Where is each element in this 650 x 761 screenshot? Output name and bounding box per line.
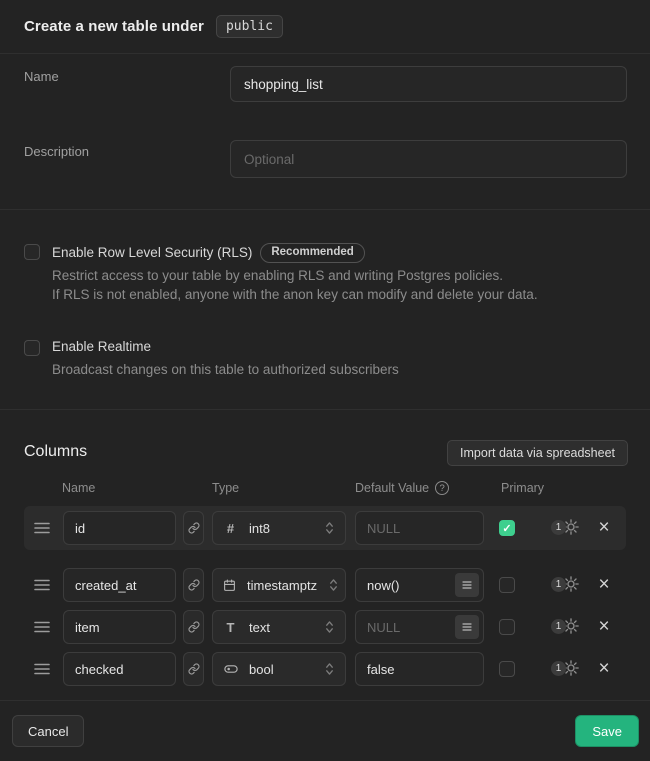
drag-handle-icon[interactable] — [34, 660, 52, 678]
default-value-cell — [355, 610, 484, 644]
help-icon[interactable]: ? — [435, 481, 449, 495]
dialog-header: Create a new table under public — [0, 0, 650, 54]
section-divider — [0, 209, 650, 210]
default-value-input[interactable] — [355, 652, 484, 686]
default-value-menu-icon[interactable] — [455, 573, 479, 597]
column-settings-button[interactable]: 1 — [551, 617, 580, 635]
boolean-toggle-icon — [223, 662, 238, 676]
column-name-input[interactable] — [63, 568, 176, 602]
column-header-primary: Primary — [501, 481, 544, 495]
column-header-default: Default Value ? — [355, 481, 449, 495]
rls-description-line2: If RLS is not enabled, anyone with the a… — [52, 285, 538, 304]
column-type-label: timestamptz — [247, 578, 317, 593]
default-value-cell — [355, 568, 484, 602]
remove-column-button[interactable]: × — [592, 656, 616, 680]
table-row: # int8 ✓ 1 × — [0, 510, 650, 546]
column-settings-button[interactable]: 1 — [551, 575, 580, 593]
calendar-icon — [223, 579, 236, 592]
column-type-select[interactable]: timestamptz — [212, 568, 346, 602]
table-description-input[interactable] — [230, 140, 627, 178]
settings-count-badge: 1 — [551, 619, 566, 634]
primary-checkbox[interactable]: ✓ — [499, 520, 515, 536]
rls-label: Enable Row Level Security (RLS) — [52, 245, 252, 260]
chevron-up-down-icon — [324, 620, 335, 634]
column-settings-button[interactable]: 1 — [551, 518, 580, 536]
remove-column-button[interactable]: × — [592, 572, 616, 596]
foreign-key-link-icon[interactable] — [183, 652, 204, 686]
drag-handle-icon[interactable] — [34, 576, 52, 594]
default-value-menu-icon[interactable] — [455, 615, 479, 639]
table-row: bool 1 × — [0, 651, 650, 687]
table-row: T text 1 × — [0, 609, 650, 645]
section-divider — [0, 409, 650, 410]
remove-column-button[interactable]: × — [592, 614, 616, 638]
column-name-input[interactable] — [63, 652, 176, 686]
create-table-dialog: Create a new table under public Name Des… — [0, 0, 650, 761]
foreign-key-link-icon[interactable] — [183, 511, 204, 545]
cancel-button[interactable]: Cancel — [12, 715, 84, 747]
realtime-toggle-title: Enable Realtime — [52, 339, 151, 354]
rls-toggle-title: Enable Row Level Security (RLS) Recommen… — [52, 243, 365, 263]
chevron-up-down-icon — [328, 578, 339, 592]
hash-icon: # — [223, 521, 238, 536]
settings-count-badge: 1 — [551, 577, 566, 592]
primary-checkbox[interactable] — [499, 577, 515, 593]
schema-badge: public — [216, 15, 283, 38]
settings-count-badge: 1 — [551, 520, 566, 535]
text-type-icon: T — [223, 620, 238, 635]
table-row: timestamptz 1 × — [0, 567, 650, 603]
description-label: Description — [24, 144, 89, 159]
drag-handle-icon[interactable] — [34, 618, 52, 636]
settings-count-badge: 1 — [551, 661, 566, 676]
foreign-key-link-icon[interactable] — [183, 568, 204, 602]
column-type-select[interactable]: bool — [212, 652, 346, 686]
dialog-footer: Cancel Save — [0, 700, 650, 761]
name-label: Name — [24, 69, 59, 84]
column-type-label: int8 — [249, 521, 270, 536]
column-type-select[interactable]: # int8 — [212, 511, 346, 545]
column-settings-button[interactable]: 1 — [551, 659, 580, 677]
column-type-label: bool — [249, 662, 274, 677]
dialog-title: Create a new table under — [24, 18, 204, 35]
column-type-label: text — [249, 620, 270, 635]
foreign-key-link-icon[interactable] — [183, 610, 204, 644]
primary-cell: ✓ — [499, 520, 515, 536]
table-name-input[interactable] — [230, 66, 627, 102]
realtime-checkbox[interactable] — [24, 340, 40, 356]
primary-cell — [499, 619, 515, 635]
chevron-up-down-icon — [324, 521, 335, 535]
columns-section-title: Columns — [24, 443, 87, 461]
import-spreadsheet-button[interactable]: Import data via spreadsheet — [447, 440, 628, 466]
column-header-name: Name — [62, 481, 95, 495]
drag-handle-icon[interactable] — [34, 519, 52, 537]
chevron-up-down-icon — [324, 662, 335, 676]
rls-checkbox[interactable] — [24, 244, 40, 260]
primary-cell — [499, 661, 515, 677]
column-name-input[interactable] — [63, 610, 176, 644]
recommended-badge: Recommended — [260, 243, 364, 263]
rls-description-line1: Restrict access to your table by enablin… — [52, 266, 503, 285]
column-header-type: Type — [212, 481, 239, 495]
default-value-cell — [355, 511, 484, 545]
primary-cell — [499, 577, 515, 593]
realtime-description: Broadcast changes on this table to autho… — [52, 360, 399, 379]
default-value-input[interactable] — [355, 511, 484, 545]
column-name-input[interactable] — [63, 511, 176, 545]
default-value-cell — [355, 652, 484, 686]
primary-checkbox[interactable] — [499, 619, 515, 635]
primary-checkbox[interactable] — [499, 661, 515, 677]
column-type-select[interactable]: T text — [212, 610, 346, 644]
save-button[interactable]: Save — [575, 715, 639, 747]
remove-column-button[interactable]: × — [592, 515, 616, 539]
realtime-label: Enable Realtime — [52, 339, 151, 354]
